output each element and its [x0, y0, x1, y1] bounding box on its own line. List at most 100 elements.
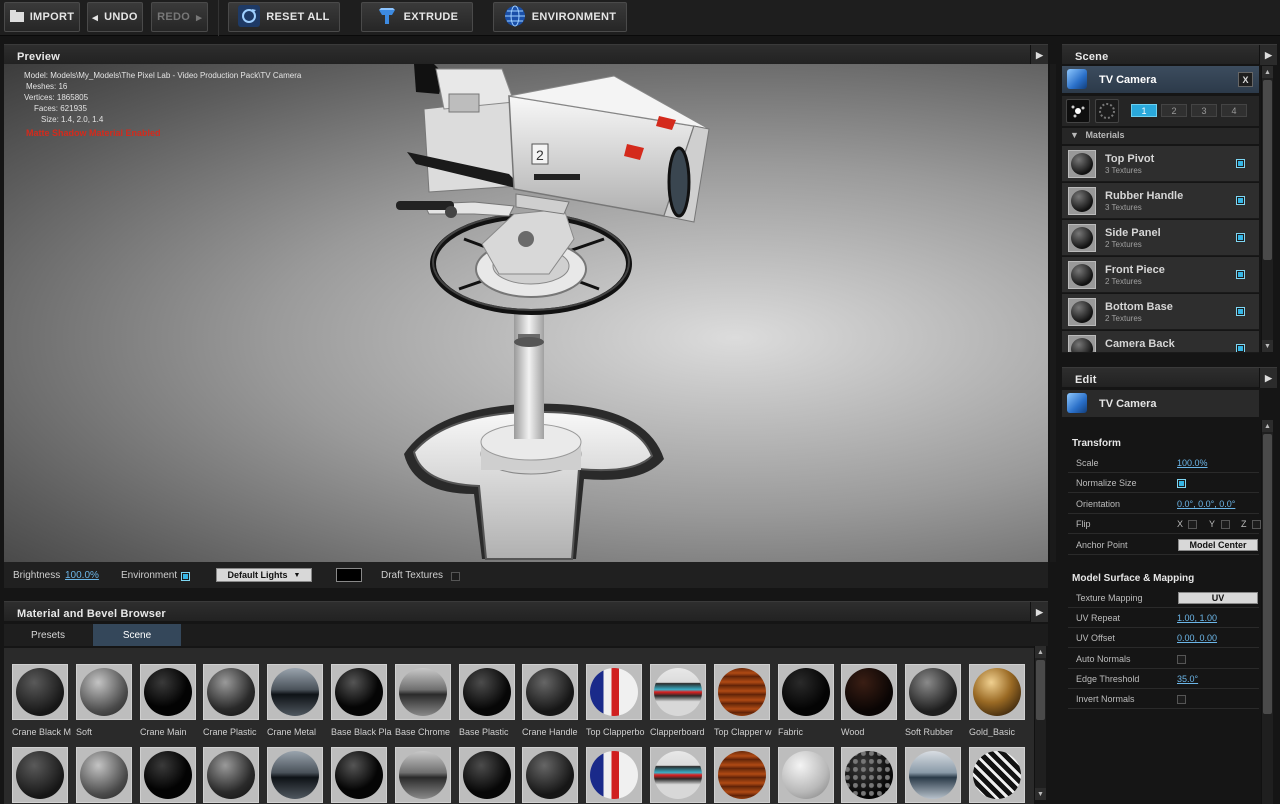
scroll-up-icon[interactable]: ▲ — [1262, 420, 1273, 432]
material-swatch[interactable] — [841, 664, 897, 720]
scroll-down-icon[interactable]: ▼ — [1035, 788, 1046, 800]
material-spheres-icon[interactable] — [1095, 99, 1119, 123]
material-visible-checkbox[interactable] — [1236, 307, 1245, 316]
flip-x-checkbox[interactable] — [1188, 519, 1197, 530]
material-swatch[interactable] — [395, 664, 451, 720]
material-swatch[interactable] — [522, 747, 578, 803]
scene-tab-2[interactable]: 2 — [1161, 104, 1187, 117]
redo-button[interactable]: REDO ▸ — [151, 2, 208, 32]
graph-icon[interactable] — [1066, 99, 1090, 123]
material-swatch[interactable] — [522, 664, 578, 720]
scale-value[interactable]: 100.0% — [1177, 458, 1208, 468]
material-swatch[interactable] — [76, 664, 132, 720]
material-swatch[interactable] — [841, 747, 897, 803]
environment-button[interactable]: ENVIRONMENT — [493, 2, 627, 32]
scene-expand-icon[interactable]: ▶ — [1259, 45, 1277, 65]
scene-tab-3[interactable]: 3 — [1191, 104, 1217, 117]
material-swatch[interactable] — [778, 747, 834, 803]
material-list-item[interactable]: Rubber Handle 3 Textures — [1062, 183, 1259, 219]
material-preview-sphere — [463, 668, 511, 716]
material-list-item[interactable]: Side Panel 2 Textures — [1062, 220, 1259, 256]
material-swatch[interactable] — [203, 664, 259, 720]
close-icon[interactable]: X — [1238, 72, 1253, 87]
material-visible-checkbox[interactable] — [1236, 159, 1245, 168]
extrude-button[interactable]: EXTRUDE — [361, 2, 473, 32]
brightness-value[interactable]: 100.0% — [65, 570, 99, 581]
material-swatch[interactable] — [395, 747, 451, 803]
edit-expand-icon[interactable]: ▶ — [1259, 368, 1277, 388]
material-visible-checkbox[interactable] — [1236, 233, 1245, 242]
edit-scrollbar[interactable]: ▲ — [1261, 420, 1273, 804]
material-swatch[interactable] — [12, 747, 68, 803]
tab-presets[interactable]: Presets — [4, 624, 92, 646]
material-list-item[interactable]: Top Pivot 3 Textures — [1062, 146, 1259, 182]
invert-normals-checkbox[interactable] — [1177, 694, 1186, 705]
material-swatch[interactable] — [650, 664, 706, 720]
material-swatch[interactable] — [714, 664, 770, 720]
material-swatch[interactable] — [969, 747, 1025, 803]
reset-all-button[interactable]: RESET ALL — [228, 2, 340, 32]
draft-textures-checkbox[interactable] — [451, 571, 460, 582]
tab-scene[interactable]: Scene — [93, 624, 181, 646]
preview-expand-icon[interactable]: ▶ — [1030, 45, 1048, 65]
import-button[interactable]: IMPORT — [4, 2, 80, 32]
uv-repeat-value[interactable]: 1.00, 1.00 — [1177, 613, 1217, 623]
material-visible-checkbox[interactable] — [1236, 196, 1245, 205]
material-swatch[interactable] — [267, 747, 323, 803]
material-swatch[interactable] — [650, 747, 706, 803]
material-swatch[interactable] — [331, 664, 387, 720]
material-grid-scrollbar[interactable]: ▲ ▼ — [1034, 646, 1046, 800]
material-list-item[interactable]: Camera Back — [1062, 331, 1259, 353]
material-swatch[interactable] — [12, 664, 68, 720]
flip-y-checkbox[interactable] — [1221, 519, 1230, 530]
material-swatch[interactable] — [586, 747, 642, 803]
material-visible-checkbox[interactable] — [1236, 344, 1245, 352]
material-swatch[interactable] — [778, 664, 834, 720]
scroll-thumb[interactable] — [1036, 660, 1045, 720]
lights-dropdown[interactable]: Default Lights ▼ — [216, 568, 312, 582]
undo-button[interactable]: ◂ UNDO — [87, 2, 143, 32]
scene-scrollbar[interactable]: ▲ ▼ — [1261, 66, 1273, 352]
material-swatch[interactable] — [586, 664, 642, 720]
preview-viewport[interactable]: Model: Models\My_Models\The Pixel Lab - … — [4, 64, 1048, 562]
edge-threshold-value[interactable]: 35.0° — [1177, 674, 1198, 684]
uv-offset-value[interactable]: 0.00, 0.00 — [1177, 633, 1217, 643]
material-visible-checkbox[interactable] — [1236, 270, 1245, 279]
material-swatch[interactable] — [714, 747, 770, 803]
background-color-swatch[interactable] — [336, 568, 362, 582]
scene-tab-4[interactable]: 4 — [1221, 104, 1247, 117]
scroll-thumb[interactable] — [1263, 80, 1272, 260]
material-list-item[interactable]: Bottom Base 2 Textures — [1062, 294, 1259, 330]
material-swatch[interactable] — [267, 664, 323, 720]
auto-normals-checkbox[interactable] — [1177, 654, 1186, 665]
flip-z-checkbox[interactable] — [1252, 519, 1261, 530]
scene-tab-1[interactable]: 1 — [1131, 104, 1157, 117]
material-swatch[interactable] — [459, 747, 515, 803]
orientation-value[interactable]: 0.0°, 0.0°, 0.0° — [1177, 499, 1235, 509]
material-swatch[interactable] — [331, 747, 387, 803]
materials-section-header[interactable]: ▼ Materials — [1062, 128, 1259, 144]
scroll-thumb[interactable] — [1263, 434, 1272, 714]
material-list-item[interactable]: Front Piece 2 Textures — [1062, 257, 1259, 293]
material-preview-sphere — [271, 668, 319, 716]
material-swatch[interactable] — [203, 747, 259, 803]
globe-icon — [504, 5, 526, 30]
material-swatch[interactable] — [140, 664, 196, 720]
scroll-down-icon[interactable]: ▼ — [1262, 340, 1273, 352]
environment-checkbox[interactable] — [181, 571, 190, 582]
material-swatch[interactable] — [905, 747, 961, 803]
material-swatch[interactable] — [969, 664, 1025, 720]
material-swatch[interactable] — [140, 747, 196, 803]
anchor-dropdown[interactable]: Model Center — [1178, 539, 1258, 551]
browser-expand-icon[interactable]: ▶ — [1030, 602, 1048, 622]
scroll-up-icon[interactable]: ▲ — [1035, 646, 1046, 658]
material-swatch-label: Top Clapper w — [714, 727, 772, 737]
material-swatch[interactable] — [459, 664, 515, 720]
texture-mapping-dropdown[interactable]: UV — [1178, 592, 1258, 604]
material-swatch[interactable] — [76, 747, 132, 803]
scroll-up-icon[interactable]: ▲ — [1262, 66, 1273, 78]
scene-object-header[interactable]: TV Camera X — [1062, 66, 1259, 93]
material-swatch[interactable] — [905, 664, 961, 720]
normalize-checkbox[interactable] — [1177, 478, 1186, 489]
materials-header-label: Materials — [1085, 130, 1125, 140]
